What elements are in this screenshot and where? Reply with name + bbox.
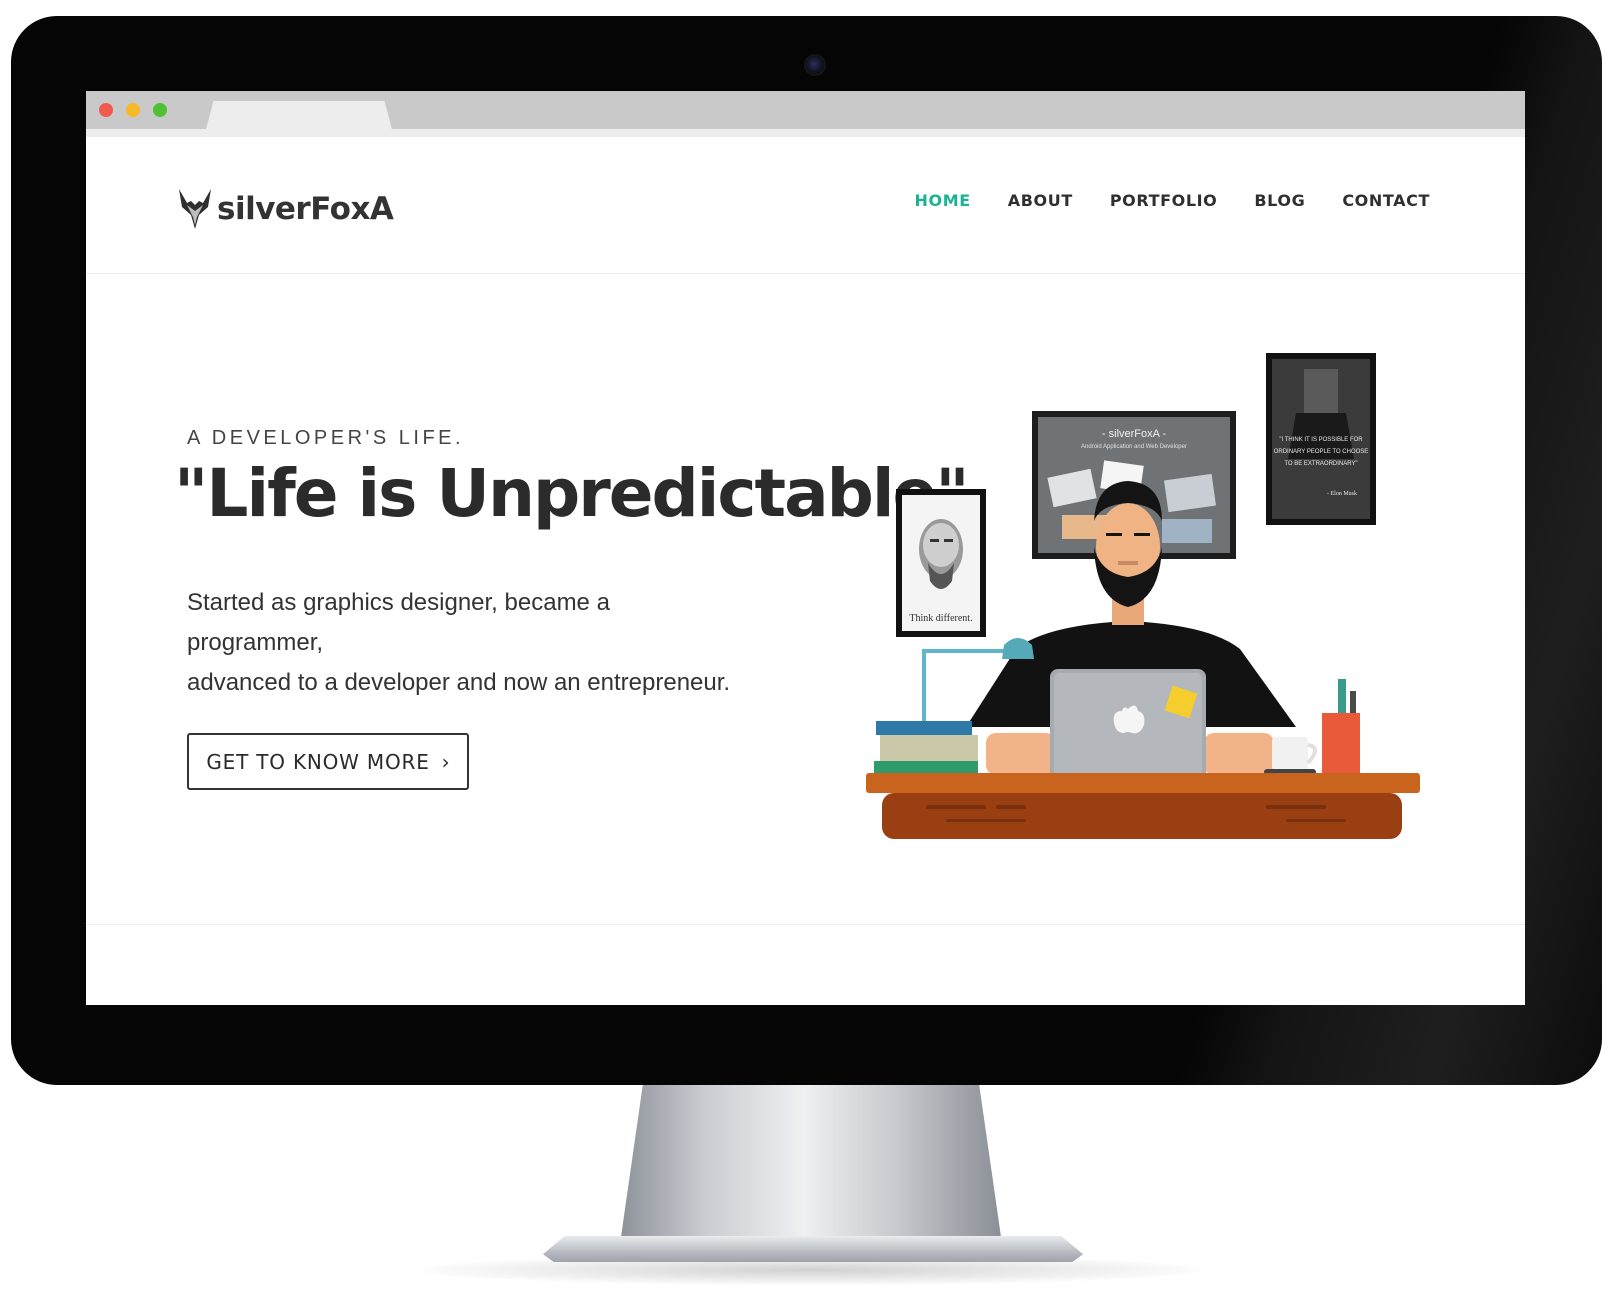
- maximize-window-icon[interactable]: [153, 103, 167, 117]
- browser-tab-strip: [86, 129, 1525, 137]
- nav-contact[interactable]: CONTACT: [1342, 191, 1430, 210]
- nav-portfolio[interactable]: PORTFOLIO: [1110, 191, 1218, 210]
- webcam-icon: [806, 56, 824, 74]
- hero-headline: "Life is Unpredictable": [174, 455, 970, 532]
- wall-monitor-title: - silverFoxA -: [1102, 428, 1167, 440]
- pencil-cup: [1322, 679, 1360, 777]
- quote-line-2: ORDINARY PEOPLE TO CHOOSE: [1274, 449, 1369, 455]
- books: [874, 721, 978, 775]
- wall-monitor-subtitle: Android Application and Web Developer: [1081, 444, 1187, 450]
- nav-about[interactable]: ABOUT: [1008, 191, 1073, 210]
- section-divider: [86, 924, 1525, 925]
- portrait-caption: Think different.: [909, 613, 972, 624]
- web-page: silverFoxA HOME ABOUT PORTFOLIO BLOG CON…: [86, 137, 1525, 1005]
- quote-line-1: "I THINK IT IS POSSIBLE FOR: [1279, 437, 1363, 443]
- site-header: silverFoxA HOME ABOUT PORTFOLIO BLOG CON…: [86, 137, 1525, 274]
- close-window-icon[interactable]: [99, 103, 113, 117]
- hero-intro-line-2: advanced to a developer and now an entre…: [187, 669, 731, 696]
- get-to-know-more-button[interactable]: GET TO KNOW MORE ›: [187, 733, 469, 790]
- hero-intro: Started as graphics designer, became a p…: [187, 583, 747, 703]
- minimize-window-icon[interactable]: [126, 103, 140, 117]
- browser-toolbar: [86, 91, 1525, 137]
- laptop: [1050, 669, 1206, 781]
- chevron-right-icon: ›: [441, 749, 450, 774]
- cta-label: GET TO KNOW MORE: [206, 749, 430, 774]
- quote-author: - Elon Musk: [1327, 491, 1357, 497]
- monitor-stand: [620, 1084, 1002, 1244]
- quote-frame: "I THINK IT IS POSSIBLE FOR ORDINARY PEO…: [1266, 353, 1376, 525]
- main-nav: HOME ABOUT PORTFOLIO BLOG CONTACT: [915, 191, 1431, 210]
- browser-window: silverFoxA HOME ABOUT PORTFOLIO BLOG CON…: [86, 91, 1525, 1005]
- hero-intro-line-1: Started as graphics designer, became a p…: [187, 589, 610, 656]
- developer-illustration: Think different. - silverFoxA - Android …: [866, 353, 1420, 839]
- hero-tagline: A DEVELOPER'S LIFE.: [187, 427, 465, 449]
- monitor-stand-base: [543, 1236, 1083, 1262]
- stage: silverFoxA HOME ABOUT PORTFOLIO BLOG CON…: [0, 0, 1621, 1294]
- fox-logo-icon: [179, 189, 211, 229]
- portrait-frame: Think different.: [896, 489, 986, 637]
- site-logo[interactable]: silverFoxA: [177, 187, 394, 231]
- desk: [866, 773, 1420, 839]
- brand-name: silverFoxA: [217, 191, 394, 227]
- nav-blog[interactable]: BLOG: [1254, 191, 1305, 210]
- quote-line-3: TO BE EXTRAORDINARY": [1284, 461, 1357, 467]
- nav-home[interactable]: HOME: [915, 191, 971, 210]
